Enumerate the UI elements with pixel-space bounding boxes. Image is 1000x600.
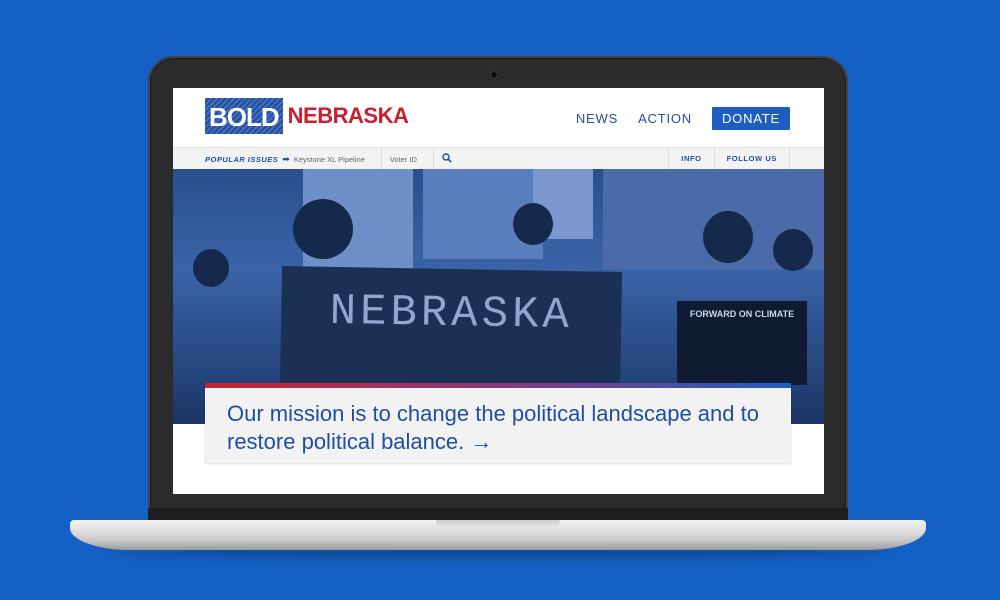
- subbar-right: INFO FOLLOW US: [668, 148, 790, 170]
- protester: [293, 199, 353, 259]
- divider: [380, 148, 382, 170]
- main-nav: NEWS ACTION DONATE: [576, 107, 790, 130]
- logo-bold: BOLD: [205, 98, 283, 134]
- popular-issues-bar: POPULAR ISSUES ➡ Keystone XL Pipeline Vo…: [173, 147, 824, 171]
- mission-statement: Our mission is to change the political l…: [227, 401, 759, 454]
- website-screen: BOLD NEBRASKA NEWS ACTION DONATE POPULAR…: [173, 88, 824, 494]
- site-header: BOLD NEBRASKA NEWS ACTION DONATE: [173, 88, 824, 147]
- donate-button[interactable]: DONATE: [711, 107, 790, 130]
- divider: [432, 148, 434, 170]
- protest-sign: FORWARD ON CLIMATE: [677, 301, 807, 385]
- webcam: [491, 72, 497, 78]
- laptop-base: [70, 520, 926, 550]
- search-icon[interactable]: [442, 152, 452, 166]
- protester: [193, 249, 229, 287]
- popular-issues-label: POPULAR ISSUES: [205, 154, 279, 164]
- arrow-right-icon: ➡: [282, 153, 290, 164]
- info-link[interactable]: INFO: [668, 148, 713, 170]
- issue-link-voter-id[interactable]: Voter ID: [390, 155, 425, 164]
- nav-news[interactable]: NEWS: [576, 111, 618, 126]
- logo-nebraska: NEBRASKA: [287, 103, 409, 128]
- protester: [513, 203, 553, 245]
- protester: [703, 211, 753, 263]
- issue-link-keystone[interactable]: Keystone XL Pipeline: [294, 155, 373, 164]
- nav-action[interactable]: ACTION: [638, 111, 692, 126]
- protester: [773, 229, 813, 271]
- mission-card[interactable]: Our mission is to change the political l…: [205, 383, 791, 463]
- follow-us-link[interactable]: FOLLOW US: [713, 148, 790, 170]
- gradient-accent-bar: [205, 383, 791, 388]
- laptop-notch: [436, 520, 560, 528]
- site-logo[interactable]: BOLD NEBRASKA: [205, 97, 409, 135]
- nebraska-banner: NEBRASKA: [279, 266, 623, 392]
